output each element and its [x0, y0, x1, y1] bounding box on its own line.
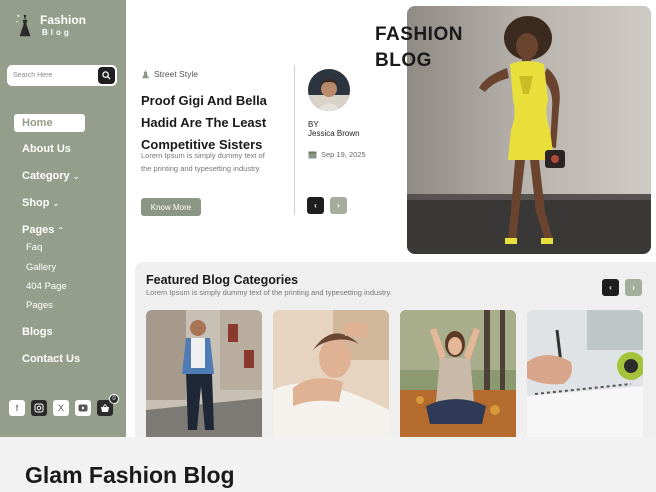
nav-sub-gallery[interactable]: Gallery [26, 262, 56, 273]
featured-title: Featured Blog Categories [146, 273, 299, 287]
category-card-lifestyle[interactable] [400, 310, 516, 437]
nav-sub-pages[interactable]: Pages [26, 300, 53, 311]
youtube-icon[interactable] [75, 400, 91, 416]
logo-subtitle: Blog [42, 27, 72, 37]
post-title[interactable]: Proof Gigi And Bella Hadid Are The Least… [141, 90, 286, 156]
featured-categories: Featured Blog Categories Lorem Ipsum is … [135, 262, 656, 437]
post-tag-label: Street Style [154, 69, 198, 79]
author-photo [308, 69, 350, 111]
logo-title: Fashion [40, 12, 87, 27]
cart-icon[interactable]: 0 [97, 394, 119, 416]
featured-next-button[interactable]: › [625, 279, 642, 296]
nav-pages-label: Pages [22, 224, 55, 236]
chevron-left-icon: ‹ [609, 283, 612, 292]
know-more-button[interactable]: Know More [141, 198, 201, 216]
chevron-right-icon: › [632, 283, 635, 292]
basket-glyph [101, 403, 109, 412]
nav-shop-label: Shop [22, 197, 50, 209]
nav-about[interactable]: About Us [22, 143, 71, 155]
calendar-icon [308, 151, 317, 159]
sidebar: Fashion Blog Home About Us Category⌄ Sho… [0, 0, 126, 437]
instagram-icon[interactable] [31, 400, 47, 416]
chevron-up-icon: ⌃ [57, 226, 65, 235]
prev-post-button[interactable]: ‹ [307, 197, 324, 214]
author-name[interactable]: Jessica Brown [308, 129, 360, 138]
post-excerpt: Lorem Ipsum is simply dummy text of the … [141, 151, 265, 173]
street-style-photo [146, 310, 262, 437]
featured-subtitle: Lorem Ipsum is simply dummy text of the … [146, 288, 392, 297]
spa-beauty-photo [273, 310, 389, 437]
dress-logo-icon [16, 14, 31, 37]
post-date-text: Sep 19, 2025 [321, 150, 366, 159]
page-caption: Glam Fashion Blog [25, 462, 235, 488]
featured-prev-button[interactable]: ‹ [602, 279, 619, 296]
hero-heading: FASHION BLOG [375, 22, 463, 74]
nav-home[interactable]: Home [14, 114, 85, 132]
author-avatar[interactable] [308, 69, 350, 111]
facebook-icon[interactable]: f [9, 400, 25, 416]
next-post-button[interactable]: › [330, 197, 347, 214]
nav-blogs[interactable]: Blogs [22, 326, 53, 338]
post-divider [294, 65, 295, 215]
post-category-tag[interactable]: Street Style [141, 69, 198, 79]
chevron-down-icon: ⌄ [52, 199, 60, 208]
nav-category-label: Category [22, 170, 70, 182]
category-card-street[interactable] [146, 310, 262, 437]
nav-category[interactable]: Category ⌄ [22, 170, 79, 182]
nav-sub-faq[interactable]: Faq [26, 242, 42, 253]
search-button[interactable] [98, 67, 115, 84]
search-icon [102, 71, 111, 80]
by-label: BY [308, 120, 319, 129]
hero-heading-line2: BLOG [375, 50, 432, 71]
chevron-down-icon: ⌄ [72, 172, 80, 181]
hero-heading-line1: FASHION [375, 24, 463, 45]
notebook-writing-photo [527, 310, 643, 437]
instagram-glyph [34, 403, 44, 413]
x-icon[interactable]: X [53, 400, 69, 416]
post-date: Sep 19, 2025 [308, 150, 366, 159]
chevron-right-icon: › [337, 201, 340, 210]
social-links: f X 0 [9, 394, 119, 416]
nav-sub-404[interactable]: 404 Page [26, 281, 67, 292]
autumn-lifestyle-photo [400, 310, 516, 437]
youtube-glyph [78, 404, 88, 412]
category-card-beauty[interactable] [273, 310, 389, 437]
nav-contact[interactable]: Contact Us [22, 353, 80, 365]
nav-shop[interactable]: Shop ⌄ [22, 197, 59, 209]
dress-icon [142, 70, 149, 79]
search-box [7, 65, 117, 86]
nav-pages[interactable]: Pages ⌃ [22, 224, 64, 236]
cart-count-badge: 0 [109, 394, 119, 404]
chevron-left-icon: ‹ [314, 201, 317, 210]
site-preview: Fashion Blog Home About Us Category⌄ Sho… [0, 0, 656, 437]
category-card-writing[interactable] [527, 310, 643, 437]
site-logo[interactable]: Fashion Blog [14, 12, 86, 38]
search-input[interactable] [7, 65, 93, 86]
